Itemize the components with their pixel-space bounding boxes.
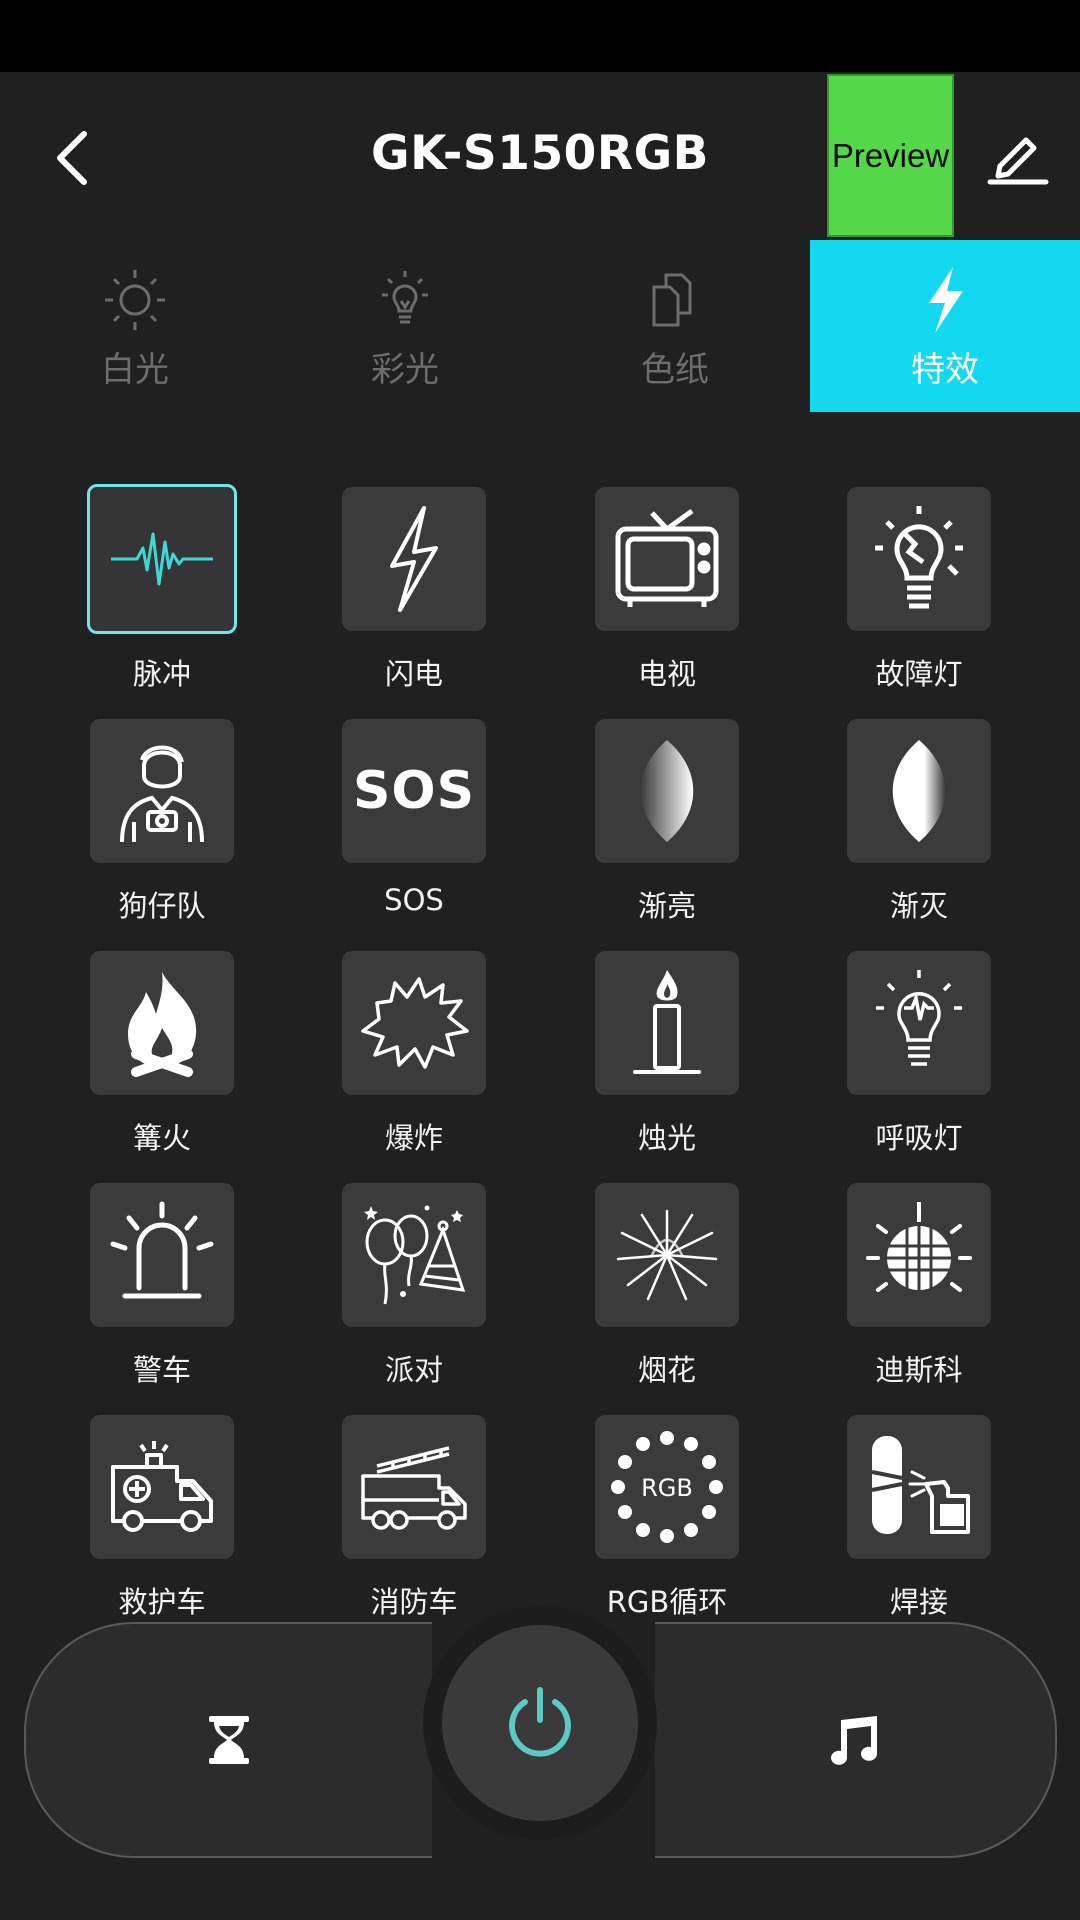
fade-out-icon — [892, 740, 946, 842]
effect-label: 焊接 — [889, 1585, 948, 1619]
pages-icon — [652, 273, 692, 327]
music-note-icon — [831, 1716, 877, 1765]
status-bar — [0, 0, 1080, 72]
effect-label: 故障灯 — [875, 657, 963, 691]
tab-label: 白光 — [101, 350, 169, 390]
effect-ambulance[interactable]: 救护车 — [50, 1415, 250, 1625]
tab-color-light[interactable]: 彩光 — [270, 240, 540, 412]
tab-label: 彩光 — [371, 350, 439, 390]
edit-pencil-icon — [987, 137, 1049, 185]
effect-label: 烟花 — [637, 1353, 696, 1387]
effect-fade-in[interactable]: 渐亮 — [555, 719, 755, 929]
lightning-icon — [929, 267, 963, 333]
fireworks-icon — [616, 1209, 718, 1301]
hourglass-icon — [209, 1716, 249, 1764]
effect-label: 救护车 — [118, 1585, 206, 1619]
effect-label: 烛光 — [637, 1121, 696, 1155]
effect-police[interactable]: 警车 — [50, 1183, 250, 1393]
ambulance-icon — [111, 1441, 213, 1532]
effect-disco[interactable]: 迪斯科 — [807, 1183, 1007, 1393]
effect-lightning[interactable]: 闪电 — [302, 487, 502, 697]
breathing-bulb-icon — [876, 970, 962, 1066]
effect-label: 电视 — [637, 657, 696, 691]
disco-ball-icon — [866, 1202, 972, 1292]
effect-pulse[interactable]: 脉冲 — [50, 484, 250, 697]
effect-label: 脉冲 — [132, 657, 191, 691]
paparazzi-icon — [120, 745, 204, 843]
effect-fireworks[interactable]: 烟花 — [555, 1183, 755, 1393]
effect-label: 狗仔队 — [118, 889, 206, 923]
sun-icon — [105, 270, 165, 330]
effect-label: RGB循环 — [606, 1585, 728, 1619]
preview-button[interactable]: Preview — [827, 74, 954, 237]
tab-gel[interactable]: 色纸 — [540, 240, 810, 412]
effect-campfire[interactable]: 篝火 — [50, 951, 250, 1161]
party-icon — [364, 1205, 466, 1305]
effect-sos[interactable]: SOS SOS — [302, 719, 502, 929]
effect-label: SOS — [384, 883, 444, 917]
broken-bulb-icon — [875, 506, 963, 609]
effect-label: 渐灭 — [889, 889, 948, 923]
effect-fire-truck[interactable]: 消防车 — [302, 1415, 502, 1625]
effect-label: 篝火 — [132, 1121, 191, 1155]
effect-label: 爆炸 — [384, 1121, 443, 1155]
effect-fade-out[interactable]: 渐灭 — [807, 719, 1007, 929]
rgb-cycle-icon: RGB — [611, 1431, 723, 1543]
pulse-icon — [111, 532, 213, 586]
effect-rgb-cycle[interactable]: RGB RGB循环 — [555, 1415, 755, 1625]
effect-label: 警车 — [132, 1353, 191, 1387]
campfire-icon — [128, 972, 197, 1077]
tv-icon — [615, 508, 719, 607]
music-button[interactable] — [655, 1622, 1057, 1858]
tab-label: 色纸 — [641, 350, 709, 390]
bulb-icon — [382, 271, 428, 324]
rgb-icon-text: RGB — [641, 1474, 693, 1502]
effect-label: 呼吸灯 — [875, 1121, 963, 1155]
effect-label: 派对 — [384, 1353, 443, 1387]
tab-label: 特效 — [911, 350, 979, 390]
fire-truck-icon — [361, 1446, 467, 1530]
tab-effects[interactable]: 特效 — [810, 240, 1080, 412]
welding-icon — [871, 1436, 970, 1534]
effect-broken-bulb[interactable]: 故障灯 — [807, 487, 1007, 697]
timer-button[interactable] — [24, 1622, 432, 1858]
fade-in-icon — [640, 740, 694, 842]
edit-button[interactable] — [982, 120, 1054, 192]
sos-icon: SOS — [352, 761, 476, 821]
effect-candle[interactable]: 烛光 — [555, 951, 755, 1161]
effect-explosion[interactable]: 爆炸 — [302, 951, 502, 1161]
siren-icon — [110, 1201, 214, 1299]
lightning-icon — [390, 506, 438, 612]
effect-label: 渐亮 — [637, 889, 696, 923]
tab-white-light[interactable]: 白光 — [0, 240, 270, 412]
power-icon — [509, 1687, 571, 1757]
effect-label: 迪斯科 — [875, 1353, 963, 1387]
effect-tv[interactable]: 电视 — [555, 487, 755, 697]
power-button[interactable] — [442, 1625, 638, 1821]
effect-breathing-light[interactable]: 呼吸灯 — [807, 951, 1007, 1161]
candle-icon — [633, 970, 701, 1074]
effect-welding[interactable]: 焊接 — [807, 1415, 1007, 1625]
effect-label: 闪电 — [384, 657, 443, 691]
explosion-icon — [361, 977, 469, 1069]
effect-paparazzi[interactable]: 狗仔队 — [50, 719, 250, 929]
effect-party[interactable]: 派对 — [302, 1183, 502, 1393]
